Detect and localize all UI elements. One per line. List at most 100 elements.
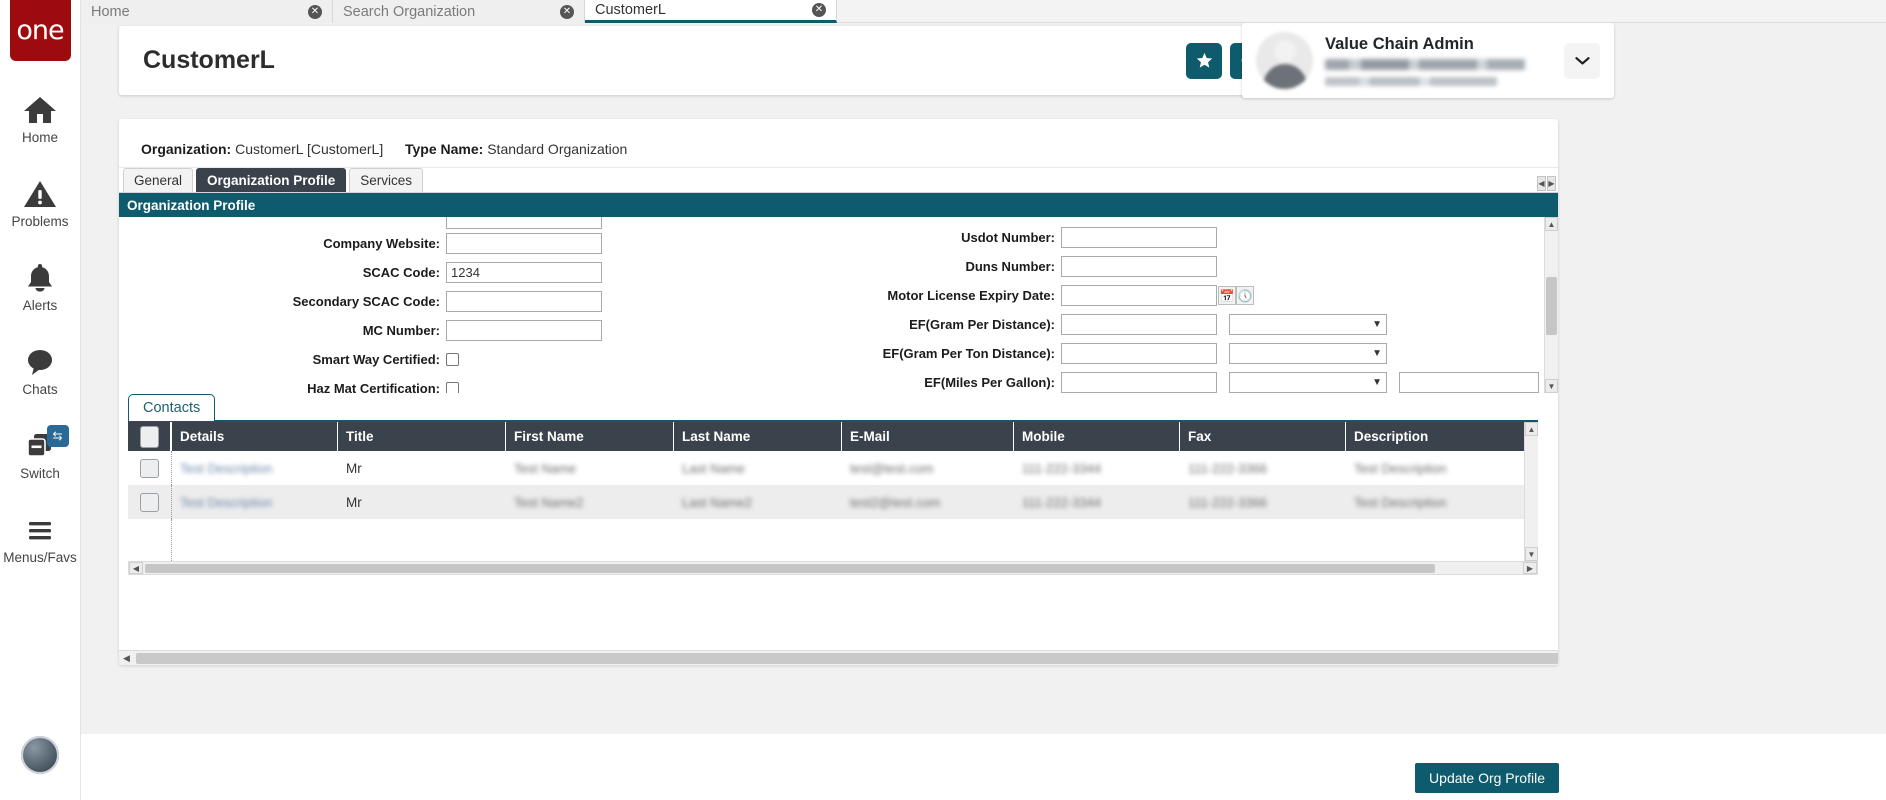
section-title: Organization Profile [127, 197, 256, 213]
clock-icon[interactable]: 🕔 [1236, 286, 1254, 305]
browser-tab-home[interactable]: Home ✕ [81, 0, 333, 23]
close-icon[interactable]: ✕ [812, 3, 826, 17]
scroll-thumb[interactable] [1546, 277, 1557, 335]
tab-scroll-right-button[interactable]: ▶ [1547, 176, 1556, 191]
ef-gram-per-distance-select[interactable]: ▼ [1229, 314, 1387, 335]
table-row[interactable]: Test Description Mr Test Name Last Name … [128, 451, 1538, 485]
page-title: CustomerL [143, 46, 275, 74]
cell-last-name: Last Name2 [682, 494, 753, 510]
cell-email: test2@test.com [850, 494, 941, 510]
tab-general[interactable]: General [123, 168, 194, 192]
sidebar-item-label: Chats [22, 382, 58, 397]
bell-icon [23, 259, 57, 293]
organization-value: CustomerL [CustomerL] [235, 141, 384, 157]
swap-arrows-icon[interactable]: ⇆ [46, 425, 69, 447]
column-header-first-name[interactable]: First Name [506, 422, 674, 451]
tab-label: Contacts [143, 400, 201, 416]
smart-way-certified-checkbox[interactable] [446, 353, 459, 366]
tab-services[interactable]: Services [349, 168, 424, 192]
close-icon[interactable]: ✕ [308, 4, 322, 19]
scroll-thumb[interactable] [145, 564, 1435, 573]
grid-empty-area [128, 519, 1538, 561]
sidebar-item-alerts[interactable]: Alerts [0, 259, 81, 313]
sidebar-item-chats[interactable]: Chats [0, 343, 81, 397]
row-select-cell[interactable] [128, 451, 172, 485]
sidebar-item-menus-favs[interactable]: Menus/Favs [0, 511, 81, 565]
ef-miles-per-gallon-select[interactable]: ▼ [1229, 372, 1387, 393]
tab-scroll-arrows: ◀ ▶ [1537, 176, 1556, 191]
app-logo[interactable]: one [9, 0, 71, 61]
secondary-scac-code-input[interactable] [446, 291, 602, 312]
user-profile-card[interactable]: Value Chain Admin [1242, 23, 1614, 98]
scroll-right-button[interactable]: ▶ [1523, 562, 1537, 574]
sidebar-item-label: Alerts [22, 298, 58, 313]
close-icon[interactable]: ✕ [560, 4, 574, 19]
column-header-last-name[interactable]: Last Name [674, 422, 842, 451]
ef-miles-per-gallon-input[interactable] [1061, 372, 1217, 393]
sidebar-item-problems[interactable]: Problems [0, 175, 81, 229]
usdot-number-input[interactable] [1061, 227, 1217, 248]
cell-details[interactable]: Test Description [180, 461, 272, 476]
tab-scroll-left-button[interactable]: ◀ [1537, 176, 1546, 191]
motor-license-expiry-date-input[interactable] [1061, 285, 1217, 306]
content-horizontal-scrollbar[interactable]: ◀ ▶ [119, 650, 1558, 665]
column-header-description[interactable]: Description [1346, 422, 1506, 451]
ef-gram-per-ton-distance-select[interactable]: ▼ [1229, 343, 1387, 364]
duns-number-input[interactable] [1061, 256, 1217, 277]
mc-number-input[interactable] [446, 320, 602, 341]
grid-horizontal-scrollbar[interactable]: ◀ ▶ [128, 561, 1538, 575]
select-all-checkbox[interactable] [139, 425, 159, 448]
row-checkbox[interactable] [140, 492, 159, 512]
column-header-fax[interactable]: Fax [1180, 422, 1346, 451]
ef-miles-per-gallon-extra-input[interactable] [1399, 372, 1539, 393]
tab-label: General [134, 173, 183, 188]
smart-way-certified-label: Smart Way Certified: [312, 352, 440, 367]
scac-code-input[interactable] [446, 262, 602, 283]
ef-gram-per-ton-distance-input[interactable] [1061, 343, 1217, 364]
form-vertical-scrollbar[interactable]: ▲ ▼ [1544, 217, 1558, 393]
favorite-button[interactable] [1186, 42, 1222, 79]
scroll-up-button[interactable]: ▲ [1525, 422, 1538, 436]
column-header-mobile[interactable]: Mobile [1014, 422, 1180, 451]
column-header-details[interactable]: Details [172, 422, 338, 451]
select-all-header[interactable] [128, 422, 172, 451]
update-org-profile-button[interactable]: Update Org Profile [1415, 763, 1559, 793]
table-row[interactable]: Test Description Mr Test Name2 Last Name… [128, 485, 1538, 519]
hamburger-icon [23, 511, 57, 545]
application-window: one Home Problems Alerts Chats ⇆ Switch … [0, 0, 1886, 800]
row-checkbox[interactable] [140, 458, 159, 478]
grid-vertical-scrollbar[interactable]: ▲ ▼ [1524, 422, 1538, 561]
row-select-cell[interactable] [128, 485, 172, 519]
browser-tab-search-organization[interactable]: Search Organization ✕ [333, 0, 585, 23]
scroll-down-button[interactable]: ▼ [1525, 547, 1538, 561]
sidebar-item-switch[interactable]: ⇆ Switch [0, 425, 81, 481]
left-navigation-rail: one Home Problems Alerts Chats ⇆ Switch … [0, 0, 81, 800]
home-icon [23, 91, 57, 125]
scroll-thumb[interactable] [136, 652, 1558, 664]
form-field-above-partial[interactable] [446, 217, 602, 229]
column-header-email[interactable]: E-Mail [842, 422, 1014, 451]
cell-mobile: 111-222-3344 [1022, 494, 1102, 510]
tab-contacts[interactable]: Contacts [128, 394, 216, 421]
globe-avatar-icon[interactable] [21, 736, 59, 774]
motor-license-expiry-date-label: Motor License Expiry Date: [887, 288, 1055, 303]
browser-tab-customerl[interactable]: CustomerL ✕ [585, 0, 837, 23]
scroll-left-button[interactable]: ◀ [119, 652, 134, 665]
column-header-title[interactable]: Title [338, 422, 506, 451]
chevron-down-icon[interactable] [1564, 42, 1600, 79]
scroll-left-button[interactable]: ◀ [129, 562, 143, 574]
sidebar-item-home[interactable]: Home [0, 91, 81, 145]
cell-details[interactable]: Test Description [180, 495, 272, 510]
haz-mat-certification-checkbox[interactable] [446, 382, 459, 393]
user-role-line [1325, 77, 1497, 86]
sidebar-item-label: Home [21, 130, 58, 145]
tab-organization-profile[interactable]: Organization Profile [196, 168, 347, 192]
section-header: Organization Profile [119, 193, 1558, 217]
scroll-down-button[interactable]: ▼ [1545, 379, 1558, 393]
scroll-up-button[interactable]: ▲ [1545, 217, 1558, 231]
ef-miles-per-gallon-label: EF(Miles Per Gallon): [924, 375, 1055, 390]
calendar-icon[interactable]: 📅 [1218, 286, 1236, 305]
company-website-input[interactable] [446, 233, 602, 254]
ef-gram-per-distance-input[interactable] [1061, 314, 1217, 335]
cell-fax: 111-222-3366 [1188, 494, 1268, 510]
